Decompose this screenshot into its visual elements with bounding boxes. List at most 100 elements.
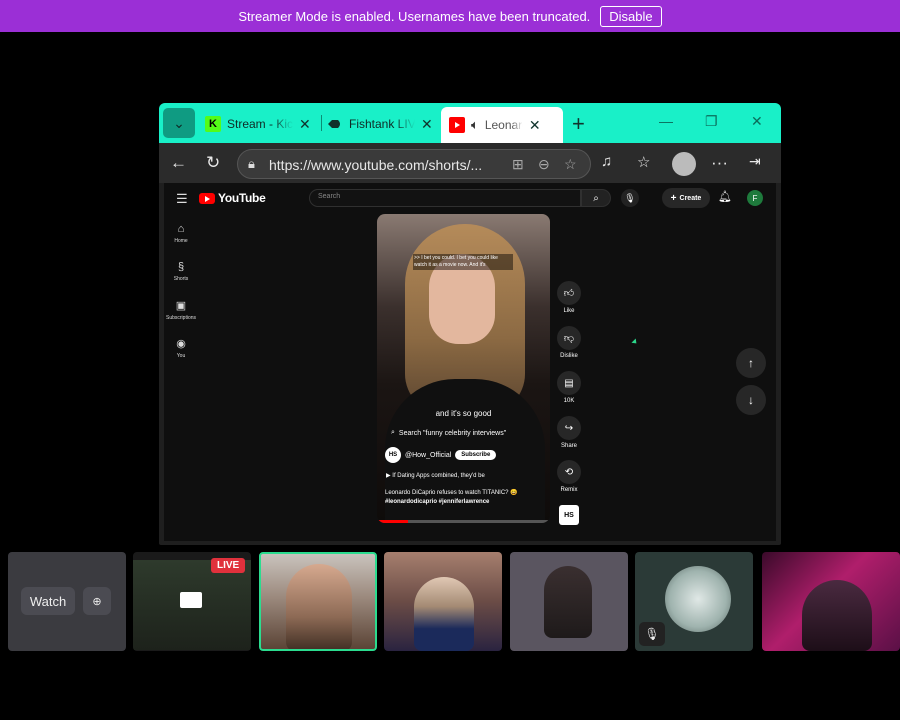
- disable-streamer-mode-button[interactable]: Disable: [600, 5, 662, 27]
- related-video-title: If Dating Apps combined, they'd be: [392, 473, 485, 479]
- channel-logo-button[interactable]: HS: [559, 505, 579, 525]
- user-avatar[interactable]: F: [747, 190, 763, 206]
- related-video-link[interactable]: ▶ If Dating Apps combined, they'd be: [386, 472, 485, 479]
- restore-icon[interactable]: ❐: [705, 113, 718, 130]
- short-title-text: Leonardo DiCaprio refuses to watch TITAN…: [385, 490, 518, 496]
- participant-tile[interactable]: [510, 552, 628, 651]
- tab-bar: ⌄ K Stream - Kick ✕ Fishtank LIVE ✕ 🔈︎ L…: [159, 103, 781, 143]
- participant-video: [286, 564, 352, 649]
- remix-label: Remix: [560, 487, 578, 493]
- muted-mic-icon: 🎙︎: [639, 622, 665, 646]
- participant-avatar: [544, 566, 592, 638]
- search-button[interactable]: ⌕: [581, 189, 611, 207]
- youtube-icon: [449, 117, 465, 133]
- url-text[interactable]: https://www.youtube.com/shorts/...: [269, 157, 482, 173]
- window-close-icon[interactable]: ✕: [751, 113, 763, 130]
- like-button[interactable]: 👍︎ Like: [556, 281, 582, 314]
- subscribe-button[interactable]: Subscribe: [455, 450, 497, 460]
- like-icon: 👍︎: [557, 281, 581, 305]
- camera-icon: ⊕: [92, 595, 102, 608]
- lock-icon[interactable]: 🔒︎: [248, 156, 255, 172]
- short-hashtags[interactable]: #leonardodicaprio #jenniferlawrence: [385, 499, 489, 505]
- previous-short-button[interactable]: ↑: [736, 348, 766, 378]
- short-title[interactable]: Leonardo DiCaprio refuses to watch TITAN…: [385, 489, 545, 507]
- close-icon[interactable]: ✕: [529, 117, 541, 134]
- video-caption: and it's so good: [435, 409, 492, 418]
- zoom-icon[interactable]: ⊖: [538, 156, 550, 173]
- mic-icon: 🎙︎: [624, 192, 636, 203]
- play-icon: ▶: [386, 473, 391, 479]
- sidebar-item-you[interactable]: ◉ You: [164, 337, 198, 359]
- new-tab-button[interactable]: +: [572, 111, 585, 137]
- home-icon: ⌂: [177, 223, 185, 235]
- tab-separator: [321, 115, 322, 131]
- voice-search-button[interactable]: 🎙︎: [621, 189, 639, 207]
- participant-tile-speaking[interactable]: [259, 552, 377, 651]
- tab-fishtank[interactable]: Fishtank LIVE ✕: [327, 108, 433, 140]
- comments-button[interactable]: ▤ 10K: [556, 371, 582, 404]
- video-progress-fill: [377, 520, 409, 523]
- channel-name[interactable]: @How_Official: [405, 452, 451, 459]
- back-arrow-icon[interactable]: ←: [170, 153, 187, 173]
- dislike-icon: 👎︎: [557, 326, 581, 350]
- channel-logo[interactable]: HS: [385, 447, 401, 463]
- search-suggestion-link[interactable]: ⌕ Search "funny celebrity interviews": [391, 429, 506, 437]
- share-button[interactable]: ↪ Share: [556, 416, 582, 449]
- video-caption-top: >> I bet you could. I bet you could like…: [413, 254, 513, 270]
- chevron-down-icon: ⌄: [173, 114, 185, 131]
- apps-icon[interactable]: ⊞: [512, 156, 524, 173]
- address-bar[interactable]: 🔒︎ https://www.youtube.com/shorts/... ⊞ …: [237, 149, 591, 179]
- create-button[interactable]: + Create: [662, 188, 710, 208]
- subscriptions-icon: ▣: [175, 300, 187, 312]
- search-icon: ⌕: [593, 192, 599, 204]
- tab-kick[interactable]: K Stream - Kick ✕: [205, 108, 311, 140]
- tab-title: Stream - Kick: [227, 117, 293, 131]
- comments-count: 10K: [563, 398, 575, 404]
- dislike-button[interactable]: 👎︎ Dislike: [556, 326, 582, 359]
- search-input[interactable]: Search: [309, 189, 581, 207]
- menu-icon[interactable]: ☰: [176, 191, 188, 207]
- short-video-player[interactable]: >> I bet you could. I bet you could like…: [377, 214, 550, 523]
- next-short-button[interactable]: ↓: [736, 385, 766, 415]
- more-options-icon[interactable]: ···: [711, 153, 728, 173]
- favorites-icon[interactable]: ☆: [637, 153, 650, 171]
- sidebar-item-shorts[interactable]: § Shorts: [164, 261, 198, 282]
- notifications-bell-icon[interactable]: 🔔︎: [718, 190, 732, 203]
- video-progress-bar[interactable]: [377, 520, 550, 523]
- refresh-icon[interactable]: ↻: [206, 153, 220, 173]
- close-icon[interactable]: ✕: [421, 116, 433, 133]
- shorts-icon: §: [177, 261, 185, 273]
- banner-message: Streamer Mode is enabled. Usernames have…: [238, 8, 591, 24]
- fish-icon: [327, 116, 343, 132]
- close-icon[interactable]: ✕: [299, 116, 311, 133]
- speaker-icon[interactable]: 🔈︎: [471, 117, 479, 133]
- favorite-star-icon[interactable]: ☆: [564, 156, 577, 173]
- sidebar-item-home[interactable]: ⌂ Home: [164, 223, 198, 244]
- minimize-icon[interactable]: —: [659, 113, 673, 129]
- participant-tile[interactable]: 🎙︎: [635, 552, 753, 651]
- sidebar-item-label: Subscriptions: [165, 315, 196, 321]
- remix-button[interactable]: ⟲ Remix: [556, 460, 582, 493]
- participant-tile[interactable]: [762, 552, 900, 651]
- youtube-logo[interactable]: YouTube: [199, 191, 266, 205]
- participant-tile[interactable]: [384, 552, 502, 651]
- sidebar-item-subscriptions[interactable]: ▣ Subscriptions: [164, 299, 198, 321]
- sidebar-toggle-icon[interactable]: ⇥: [749, 153, 761, 170]
- monitor-icon: [180, 592, 202, 608]
- youtube-logo-text: YouTube: [218, 191, 266, 205]
- watch-button[interactable]: Watch: [21, 587, 75, 615]
- youtube-page: ☰ YouTube Search ⌕ 🎙︎ + Create 🔔︎ F ⌂ Ho…: [164, 183, 776, 541]
- camera-add-button[interactable]: ⊕: [83, 587, 111, 615]
- screen-share-tile[interactable]: LIVE: [133, 552, 251, 651]
- search-suggestion-text: Search "funny celebrity interviews": [398, 429, 507, 437]
- profile-avatar[interactable]: [672, 152, 696, 176]
- share-icon: ↪: [557, 416, 581, 440]
- plus-icon: +: [670, 192, 677, 204]
- dislike-label: Dislike: [560, 353, 578, 359]
- watch-tile: Watch ⊕: [8, 552, 126, 651]
- channel-row: HS @How_Official Subscribe: [385, 447, 497, 463]
- media-control-icon[interactable]: ♫: [601, 153, 612, 170]
- tab-actions-menu-button[interactable]: ⌄: [163, 108, 195, 138]
- tab-youtube[interactable]: 🔈︎ Leonardo ✕: [441, 107, 563, 143]
- create-label: Create: [679, 194, 702, 202]
